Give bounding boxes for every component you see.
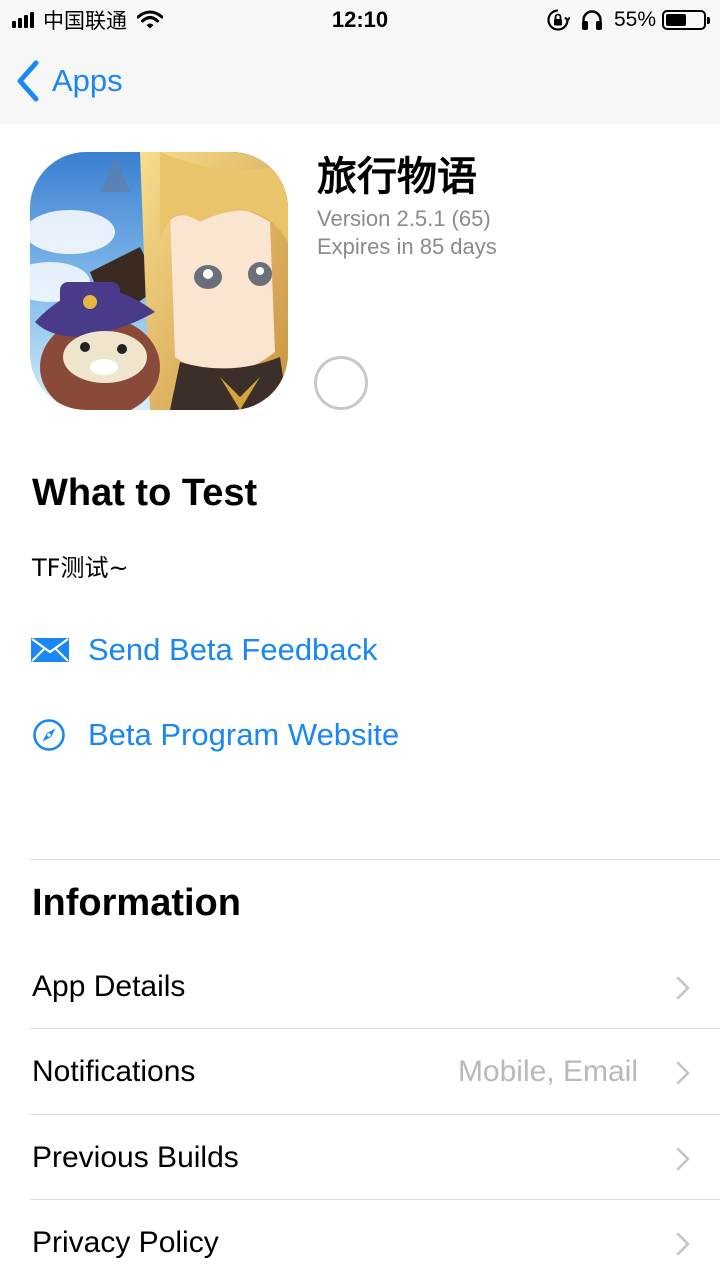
battery-icon bbox=[662, 10, 710, 30]
notifications-value: Mobile, Email bbox=[457, 1055, 638, 1088]
information-heading: Information bbox=[32, 882, 241, 924]
send-beta-feedback-label: Send Beta Feedback bbox=[88, 632, 378, 667]
back-button-label: Apps bbox=[52, 63, 123, 98]
status-bar-right: 55% bbox=[546, 6, 710, 34]
mail-icon bbox=[31, 638, 69, 662]
info-row-notifications[interactable]: Notifications Mobile, Email bbox=[30, 1030, 720, 1114]
chevron-right-icon bbox=[676, 1147, 690, 1171]
install-progress-button[interactable] bbox=[314, 356, 368, 410]
navigation-bar: Apps bbox=[0, 40, 720, 124]
app-icon-artwork bbox=[30, 152, 288, 410]
info-row-label: Privacy Policy bbox=[32, 1226, 219, 1259]
app-expiration: Expires in 85 days bbox=[317, 234, 497, 259]
beta-program-website-link[interactable]: Beta Program Website bbox=[30, 713, 399, 757]
row-divider bbox=[30, 1028, 720, 1029]
battery-cap bbox=[707, 17, 710, 24]
app-name: 旅行物语 bbox=[317, 154, 477, 200]
what-to-test-text: TF测试~ bbox=[32, 554, 129, 582]
app-icon bbox=[30, 152, 288, 410]
chevron-right-icon bbox=[676, 1232, 690, 1256]
chevron-right-icon bbox=[676, 976, 690, 1000]
info-row-privacy-policy[interactable]: Privacy Policy bbox=[30, 1201, 720, 1281]
battery-level-fill bbox=[666, 14, 686, 26]
status-bar: 中国联通 12:10 55% bbox=[0, 0, 720, 40]
info-row-label: Notifications bbox=[32, 1055, 196, 1088]
chevron-left-icon bbox=[17, 60, 39, 102]
row-divider bbox=[30, 1199, 720, 1200]
chevron-right-icon bbox=[676, 1061, 690, 1085]
row-divider bbox=[30, 1114, 720, 1115]
orientation-lock-icon bbox=[547, 9, 570, 31]
info-row-previous-builds[interactable]: Previous Builds bbox=[30, 1116, 720, 1200]
what-to-test-heading: What to Test bbox=[32, 472, 258, 514]
compass-icon bbox=[33, 719, 65, 751]
section-divider bbox=[30, 859, 720, 860]
info-row-label: App Details bbox=[32, 970, 186, 1003]
app-version: Version 2.5.1 (65) bbox=[317, 206, 491, 231]
info-row-app-details[interactable]: App Details bbox=[30, 945, 720, 1029]
battery-percent: 55% bbox=[613, 8, 656, 31]
back-button[interactable]: Apps bbox=[14, 54, 123, 108]
send-beta-feedback-link[interactable]: Send Beta Feedback bbox=[30, 628, 378, 672]
info-row-label: Previous Builds bbox=[32, 1141, 239, 1174]
beta-program-website-label: Beta Program Website bbox=[88, 717, 400, 752]
headphones-icon bbox=[581, 10, 602, 30]
